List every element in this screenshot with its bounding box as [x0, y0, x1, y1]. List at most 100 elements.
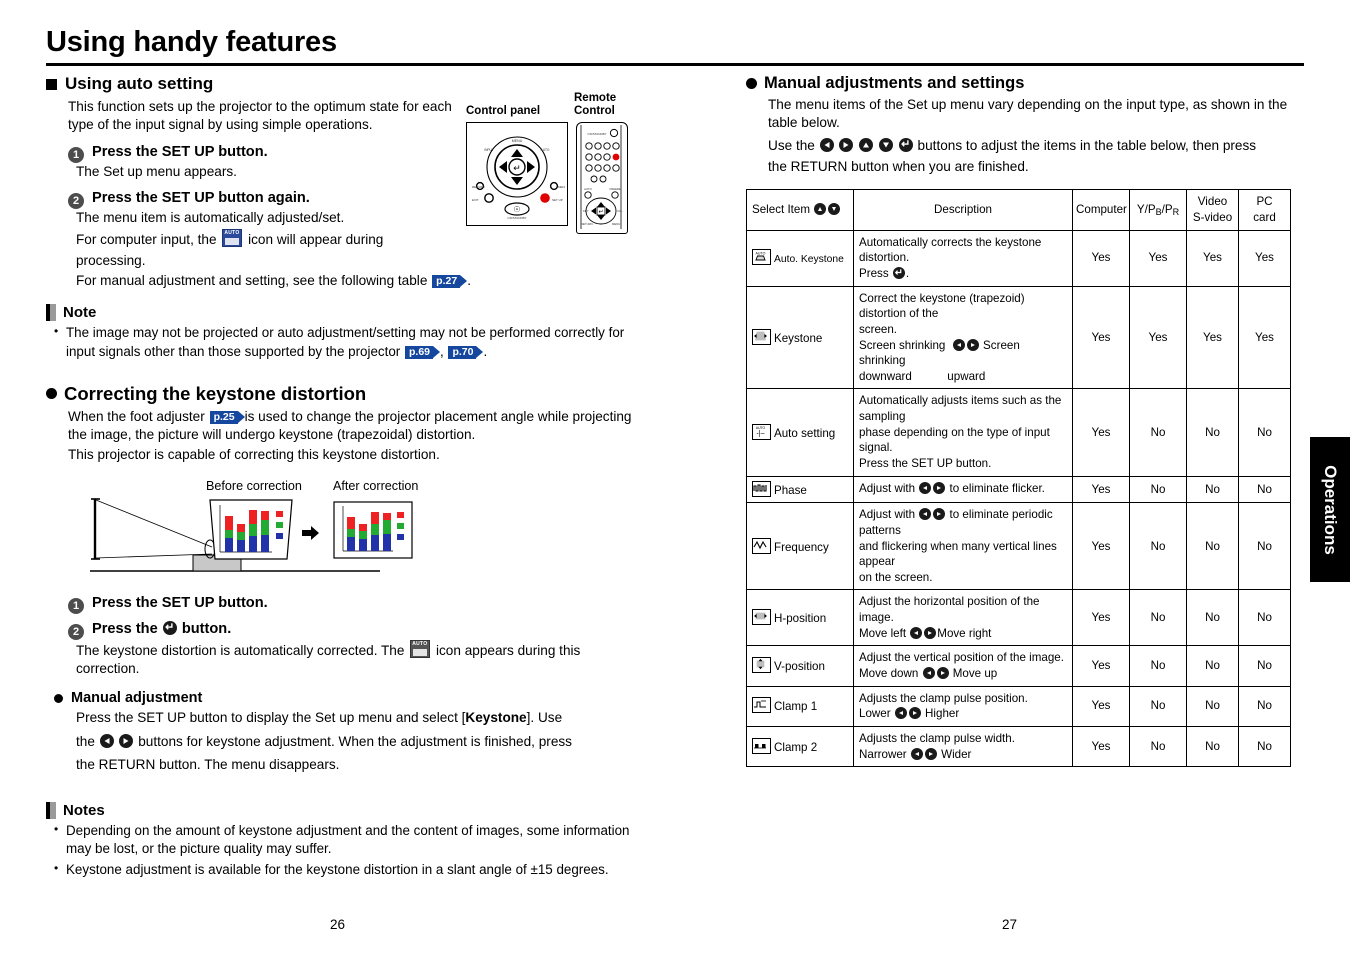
desc-line-3: on the screen.	[859, 570, 933, 584]
manual-adjustment-heading: Manual adjustment	[54, 690, 666, 706]
note-item: The image may not be projected or auto a…	[54, 323, 644, 360]
svg-text:☉: ☉	[513, 205, 520, 214]
device-illustrations: Control panel Remote Control ↵ ☉ MENU IN…	[466, 92, 666, 235]
section-heading-manual-adjustments: Manual adjustments and settings	[746, 74, 1306, 93]
desc-2b: Move up	[952, 667, 998, 681]
desc-3a: Screen shrinking	[859, 338, 946, 352]
table-row: AUTO -|– Auto setting Automatically adjus…	[746, 388, 1291, 477]
desc-1a: Adjust with	[859, 481, 916, 495]
cell-ypbpr: No	[1129, 589, 1187, 647]
step-title: Press the SET UP button.	[92, 594, 268, 611]
right-arrow-button-icon[interactable]	[839, 137, 854, 152]
svg-text:VOL: VOL	[617, 209, 623, 213]
note-ref-separator: ,	[440, 343, 444, 359]
keystone-icon	[752, 328, 771, 345]
up-arrow-button-icon[interactable]	[814, 203, 827, 216]
enter-button-icon[interactable]	[162, 620, 177, 635]
desc-line-1: Adjust the horizontal position of the im…	[859, 595, 1040, 625]
svg-text:SET UP: SET UP	[552, 198, 563, 202]
down-arrow-button-icon[interactable]	[828, 203, 841, 216]
row-description: Automatically adjusts items such as the …	[853, 388, 1073, 477]
row-item-v-position: V-position	[746, 645, 854, 687]
right-arrow-button-icon[interactable]	[119, 733, 134, 748]
square-bullet-icon	[46, 78, 57, 90]
v-position-icon	[752, 657, 771, 674]
note-heading-text: Note	[63, 304, 97, 322]
right-arrow-button-icon[interactable]	[933, 481, 946, 494]
cell-ypbpr: No	[1129, 475, 1187, 504]
row-item-label: H-position	[774, 612, 827, 626]
step-number-badge: 2	[68, 193, 84, 210]
svg-text:KEY: KEY	[583, 209, 589, 213]
cell-video: No	[1186, 725, 1239, 768]
svg-text:INPUT: INPUT	[484, 148, 494, 152]
left-arrow-button-icon[interactable]	[952, 338, 965, 351]
keystone-diagram: Before correction After correction	[46, 479, 666, 575]
cell-video: Yes	[1186, 229, 1239, 287]
remote-label-line1: Remote	[574, 92, 617, 104]
svg-text:AUTO: AUTO	[756, 252, 766, 256]
cell-pc: Yes	[1238, 285, 1291, 390]
row-item-label: Phase	[774, 483, 807, 497]
desc-2b: Move right	[937, 626, 992, 640]
manual-adj-p1b: ]. Use	[526, 710, 563, 726]
manual-adjustment-paragraph-1: Press the SET UP button to display the S…	[76, 709, 636, 727]
right-arrow-button-icon[interactable]	[966, 338, 979, 351]
cell-pc: No	[1238, 388, 1291, 477]
clamp1-icon	[752, 697, 771, 714]
left-arrow-button-icon[interactable]	[910, 626, 923, 639]
desc-line-1: Adjust with to eliminate flicker.	[859, 481, 1067, 497]
left-arrow-button-icon[interactable]	[919, 481, 932, 494]
row-item-label: Keystone	[774, 331, 823, 345]
left-arrow-button-icon[interactable]	[910, 747, 923, 760]
notes-heading: Notes	[46, 802, 666, 820]
header-select-item-text: Select Item	[752, 203, 810, 217]
remote-label-line2: Control	[574, 105, 615, 118]
row-description: Adjust the vertical position of the imag…	[853, 645, 1073, 687]
svg-text:RETURN: RETURN	[581, 222, 593, 226]
row-item-h-position: H-position	[746, 589, 854, 647]
step-3: 1 Press the SET UP button.	[68, 594, 666, 614]
left-arrow-button-icon[interactable]	[819, 137, 834, 152]
cell-pc: No	[1238, 685, 1291, 727]
right-paragraph-2: Use the buttons to adjust the items in t…	[768, 137, 1306, 155]
right-arrow-button-icon[interactable]	[936, 667, 949, 680]
enter-button-icon[interactable]	[898, 137, 913, 152]
side-tab-label: Operations	[1321, 464, 1340, 555]
side-tab-operations[interactable]: Operations	[1310, 437, 1350, 582]
page-ref-p27[interactable]: p.27	[432, 275, 468, 289]
up-arrow-button-icon[interactable]	[859, 137, 874, 152]
left-arrow-button-icon[interactable]	[99, 733, 114, 748]
cell-computer: Yes	[1072, 725, 1130, 768]
enter-button-icon[interactable]	[892, 266, 905, 279]
row-description: Adjust with to eliminate periodic patter…	[853, 502, 1073, 591]
right-arrow-button-icon[interactable]	[908, 707, 921, 720]
clamp2-icon	[752, 737, 771, 754]
page-ref-p25[interactable]: p.25	[209, 410, 245, 424]
round-bullet-icon	[46, 388, 57, 400]
header-video-svideo: Video S-video	[1186, 189, 1239, 231]
h-position-icon	[752, 609, 771, 626]
page-ref-p70[interactable]: p.70	[448, 345, 484, 359]
cell-computer: Yes	[1072, 502, 1130, 591]
down-arrow-button-icon[interactable]	[878, 137, 893, 152]
arrow-right-icon	[302, 525, 319, 540]
left-arrow-button-icon[interactable]	[922, 667, 935, 680]
section2-paragraph-1: When the foot adjuster p.25 is used to ch…	[68, 408, 646, 445]
desc-line-2: Move left Move right	[859, 626, 1067, 642]
desc-line-2: phase depending on the type of input sig…	[859, 425, 1050, 455]
right-arrow-button-icon[interactable]	[924, 626, 937, 639]
desc-line-2: screen.	[859, 322, 898, 336]
step-2-line-2b: icon will appear during	[248, 232, 384, 248]
right-arrow-button-icon[interactable]	[924, 747, 937, 760]
right-arrow-button-icon[interactable]	[933, 508, 946, 521]
desc-line-1: Adjust the vertical position of the imag…	[859, 651, 1064, 665]
table-row: AUTO Auto. Keystone Automatically correc…	[746, 229, 1291, 287]
step-title: Press the button.	[92, 620, 231, 637]
left-arrow-button-icon[interactable]	[894, 707, 907, 720]
left-arrow-button-icon[interactable]	[919, 508, 932, 521]
desc-line-1: Adjust with to eliminate periodic patter…	[859, 507, 1067, 538]
desc-line-4: downward upward	[859, 369, 1067, 385]
page-ref-p69[interactable]: p.69	[404, 345, 441, 359]
section1-intro: This function sets up the projector to t…	[68, 99, 452, 133]
